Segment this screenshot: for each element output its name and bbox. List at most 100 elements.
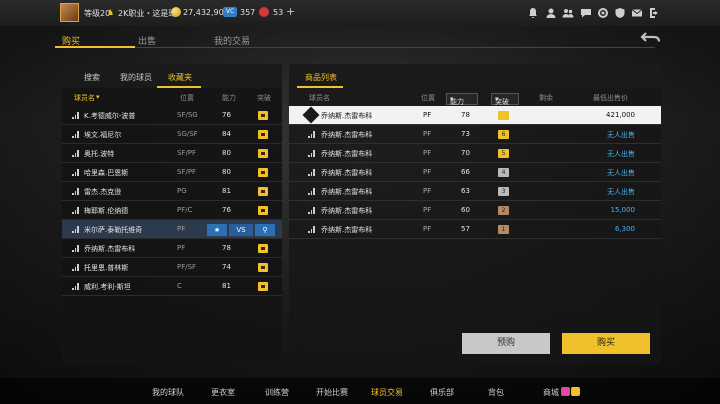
header-breakthrough: 突破 <box>257 94 271 102</box>
avatar[interactable] <box>60 3 79 22</box>
friends-icon[interactable] <box>562 7 574 19</box>
breakthrough-icon <box>258 168 268 177</box>
ticket-icon <box>259 7 269 17</box>
back-icon[interactable] <box>640 30 662 46</box>
market-row[interactable]: 乔纳斯.杰雷布科 PF 66 4 无人出售 <box>289 163 661 182</box>
market-row-selected[interactable]: 乔纳斯.杰雷布科 PF 78 421,000 <box>289 106 661 125</box>
left-table-header: 球员名 ▾ 位置 能力 突破 <box>62 90 282 106</box>
list-item[interactable]: 哈里森.巴恩斯 SF/PF 80 <box>62 163 282 182</box>
player-position: SG/SF <box>177 130 198 138</box>
player-name: 雷杰.杰克逊 <box>84 188 122 196</box>
signal-icon <box>308 169 316 176</box>
list-item[interactable]: 梅耶斯.伦纳德 PF/C 76 <box>62 201 282 220</box>
sub-tab-underline <box>157 86 201 88</box>
player-name: 乔纳斯.杰雷布科 <box>321 207 373 215</box>
list-item[interactable]: 乔纳斯.杰雷布科 PF 78 <box>62 239 282 258</box>
breakthrough-icon <box>258 282 268 291</box>
signal-icon <box>308 188 316 195</box>
signal-icon <box>72 112 80 119</box>
list-item[interactable]: 威利.考利-斯坦 C 81 <box>62 277 282 296</box>
nav-club[interactable]: 俱乐部 <box>430 387 454 398</box>
player-ability: 80 <box>222 149 231 157</box>
player-name: 埃文.福尼尔 <box>84 131 122 139</box>
shield-icon[interactable] <box>614 7 626 19</box>
tab-my-trades[interactable]: 我的交易 <box>214 34 250 47</box>
player-name: 乔纳斯.杰雷布科 <box>321 131 373 139</box>
tab-search[interactable]: 搜索 <box>84 72 100 83</box>
header-position: 位置 <box>421 94 435 102</box>
player-position: PF <box>423 225 432 233</box>
player-position: PF <box>177 225 186 233</box>
signal-icon <box>308 226 316 233</box>
preorder-button[interactable]: 预购 <box>462 333 550 354</box>
compare-button[interactable]: VS <box>229 224 253 236</box>
header-position: 位置 <box>180 94 194 102</box>
player-ability: 76 <box>222 206 231 214</box>
vc-icon: VC <box>223 7 237 17</box>
mail-icon[interactable] <box>631 7 643 19</box>
tab-divider <box>55 47 655 48</box>
list-item-selected[interactable]: 米尔萨.泰勒托维奇 PF ★ VS ⚲ <box>62 220 282 239</box>
sort-breakthrough-dropdown[interactable]: 突破 ▾ <box>491 93 519 106</box>
lowest-price: 无人出售 <box>607 169 635 177</box>
exit-icon[interactable] <box>648 7 660 19</box>
player-name: 威利.考利-斯坦 <box>84 283 131 291</box>
signal-icon <box>72 188 80 195</box>
store-gift-icon <box>571 387 580 396</box>
nav-training-camp[interactable]: 训练营 <box>265 387 289 398</box>
market-row[interactable]: 乔纳斯.杰雷布科 PF 73 6 无人出售 <box>289 125 661 144</box>
nav-store[interactable]: 商城 <box>543 387 559 398</box>
player-name: 米尔萨.泰勒托维奇 <box>84 226 143 234</box>
breakthrough-icon <box>258 244 268 253</box>
nav-start-game[interactable]: 开始比赛 <box>316 387 348 398</box>
player-position: PF/SF <box>177 263 197 271</box>
player-position: PF <box>423 206 432 214</box>
list-item[interactable]: K.考德威尔-波普 SF/SG 76 <box>62 106 282 125</box>
user-icon[interactable] <box>545 7 557 19</box>
breakthrough-icon <box>258 206 268 215</box>
tab-favorites[interactable]: 收藏夹 <box>168 72 192 83</box>
market-row[interactable]: 乔纳斯.杰雷布科 PF 70 5 无人出售 <box>289 144 661 163</box>
row-action-bar: ★ VS ⚲ <box>207 224 277 236</box>
search-icon[interactable]: ⚲ <box>255 224 275 236</box>
add-currency-button[interactable]: + <box>286 5 295 18</box>
lowest-price: 无人出售 <box>607 131 635 139</box>
signal-icon <box>308 131 316 138</box>
nav-my-team[interactable]: 我的球队 <box>152 387 184 398</box>
market-row[interactable]: 乔纳斯.杰雷布科 PF 57 1 6,300 <box>289 220 661 239</box>
list-item[interactable]: 托里恩.普林斯 PF/SF 74 <box>62 258 282 277</box>
market-title: 商品列表 <box>305 73 337 82</box>
favorite-star-icon[interactable]: ★ <box>207 224 227 236</box>
tab-sell[interactable]: 出售 <box>138 34 156 47</box>
player-position: PF <box>423 130 432 138</box>
tab-my-players[interactable]: 我的球员 <box>120 72 152 83</box>
nav-locker-room[interactable]: 更衣室 <box>211 387 235 398</box>
sort-ability-dropdown[interactable]: 能力 ▾ <box>446 93 478 106</box>
player-position: PF/C <box>177 206 193 214</box>
player-ability: 78 <box>222 244 231 252</box>
list-item[interactable]: 奥托.波特 SF/PF 80 <box>62 144 282 163</box>
signal-icon <box>72 226 80 233</box>
market-panel: 商品列表 球员名 位置 能力 ▾ 突破 ▾ 剩余 最低出售价 乔纳斯.杰雷布科 … <box>289 64 661 364</box>
list-item[interactable]: 埃文.福尼尔 SG/SF 84 <box>62 125 282 144</box>
signal-icon <box>72 150 80 157</box>
signal-icon <box>308 207 316 214</box>
breakthrough-badge <box>498 111 509 120</box>
coin-icon <box>171 7 181 17</box>
signal-icon <box>72 264 80 271</box>
market-row[interactable]: 乔纳斯.杰雷布科 PF 63 3 无人出售 <box>289 182 661 201</box>
nav-backpack[interactable]: 背包 <box>488 387 504 398</box>
nav-player-trade[interactable]: 球员交易 <box>371 387 403 398</box>
chat-icon[interactable] <box>580 7 592 19</box>
header-name[interactable]: 球员名 <box>74 93 95 103</box>
breakthrough-badge: 2 <box>498 206 509 215</box>
player-ability: 73 <box>461 130 470 138</box>
market-row[interactable]: 乔纳斯.杰雷布科 PF 60 2 15,000 <box>289 201 661 220</box>
settings-icon[interactable] <box>597 7 609 19</box>
lowest-price: 15,000 <box>610 206 636 214</box>
player-position: SF/PF <box>177 168 197 176</box>
bell-icon[interactable] <box>527 7 539 19</box>
list-item[interactable]: 雷杰.杰克逊 PG 81 <box>62 182 282 201</box>
header-name: 球员名 <box>309 94 330 102</box>
buy-button[interactable]: 购买 <box>562 333 650 354</box>
